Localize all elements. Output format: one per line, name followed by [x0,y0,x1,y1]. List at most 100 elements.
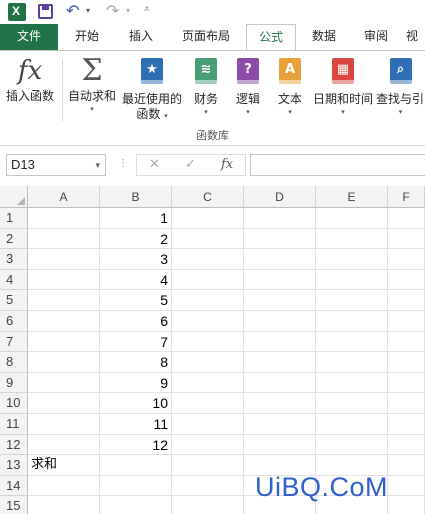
column-header[interactable]: C [172,186,244,208]
redo-dropdown-icon[interactable]: ▾ [126,6,130,15]
cell[interactable] [172,352,244,373]
cell[interactable] [172,208,244,229]
cell[interactable] [172,228,244,250]
resize-handle-icon[interactable]: ⋮ [118,158,128,169]
cell[interactable]: 10 [100,393,172,414]
cell[interactable] [316,352,388,373]
cell[interactable] [244,352,316,373]
lookup-reference-button[interactable]: ⌕ 查找与引 ▾ [376,55,425,117]
cell[interactable] [28,311,100,332]
logical-button[interactable]: ? 逻辑 ▾ [230,55,266,117]
cell[interactable] [388,228,425,250]
cell[interactable] [244,228,316,250]
cell[interactable]: 12 [100,434,172,456]
column-header[interactable]: E [316,186,388,208]
column-header[interactable]: A [28,186,100,208]
row-header[interactable]: 4 [0,269,28,291]
cell[interactable] [28,249,100,270]
row-header[interactable]: 10 [0,393,28,414]
cell[interactable] [172,496,244,514]
cell[interactable] [100,475,172,497]
row-header[interactable]: 6 [0,311,28,332]
cell[interactable] [28,393,100,414]
cell[interactable] [172,372,244,394]
row-header[interactable]: 15 [0,496,28,514]
cell[interactable] [172,311,244,332]
cell[interactable]: 求和 [28,455,100,476]
tab-page-layout[interactable]: 页面布局 [172,24,240,50]
cell[interactable] [28,496,100,514]
cell[interactable] [388,331,425,353]
row-header[interactable]: 12 [0,434,28,456]
redo-icon[interactable]: ↷ [106,1,119,20]
tab-review[interactable]: 审阅 [352,24,400,50]
row-header[interactable]: 9 [0,372,28,394]
cell[interactable]: 3 [100,249,172,270]
cell[interactable] [172,434,244,456]
cell[interactable] [244,208,316,229]
cell[interactable]: 11 [100,414,172,435]
formula-input[interactable] [250,154,425,176]
tab-home[interactable]: 开始 [62,24,112,50]
cell[interactable] [172,249,244,270]
row-header[interactable]: 7 [0,331,28,353]
cell[interactable] [244,331,316,353]
cell[interactable] [316,372,388,394]
cell[interactable] [244,290,316,311]
cell[interactable] [388,290,425,311]
cell[interactable] [28,269,100,291]
cell[interactable] [28,331,100,353]
text-button[interactable]: A 文本 ▾ [272,55,308,117]
cell[interactable] [28,228,100,250]
cell[interactable] [28,434,100,456]
select-all-button[interactable] [0,186,28,208]
insert-function-icon[interactable]: fx [221,157,233,172]
tab-data[interactable]: 数据 [300,24,348,50]
name-box[interactable]: D13 ▾ [6,154,106,176]
cell[interactable] [100,455,172,476]
cell[interactable] [244,372,316,394]
cell[interactable]: 7 [100,331,172,353]
cell[interactable] [388,393,425,414]
cell[interactable] [316,269,388,291]
row-header[interactable]: 3 [0,249,28,270]
financial-button[interactable]: ≋ 财务 ▾ [188,55,224,117]
cell[interactable] [28,475,100,497]
cell[interactable] [388,311,425,332]
column-header[interactable]: B [100,186,172,208]
cell[interactable] [28,414,100,435]
cell[interactable] [172,475,244,497]
cell[interactable] [28,352,100,373]
cell[interactable] [172,290,244,311]
cell[interactable] [388,475,425,497]
cell[interactable]: 1 [100,208,172,229]
cell[interactable] [316,249,388,270]
cell[interactable] [244,393,316,414]
row-header[interactable]: 13 [0,455,28,476]
cell[interactable] [28,208,100,229]
cell[interactable] [244,434,316,456]
cell[interactable] [388,249,425,270]
cell[interactable] [172,455,244,476]
cell[interactable] [388,372,425,394]
cell[interactable] [28,372,100,394]
cell[interactable] [244,269,316,291]
chevron-down-icon[interactable]: ▾ [95,155,100,175]
cell[interactable] [388,414,425,435]
tab-view[interactable]: 视 [406,24,425,50]
column-header[interactable]: D [244,186,316,208]
undo-dropdown-icon[interactable]: ▾ [86,6,90,15]
cell[interactable] [388,434,425,456]
cell[interactable]: 9 [100,372,172,394]
row-header[interactable]: 8 [0,352,28,373]
cell[interactable] [316,434,388,456]
tab-file[interactable]: 文件 [0,24,58,50]
cell[interactable]: 2 [100,228,172,250]
row-header[interactable]: 14 [0,475,28,497]
cell[interactable] [316,331,388,353]
customize-toolbar-icon[interactable]: ⩡ [144,4,150,15]
save-icon[interactable] [38,4,53,19]
cell[interactable] [244,414,316,435]
recently-used-button[interactable]: ★ 最近使用的 函数 ▾ [120,55,184,124]
cell[interactable] [316,414,388,435]
